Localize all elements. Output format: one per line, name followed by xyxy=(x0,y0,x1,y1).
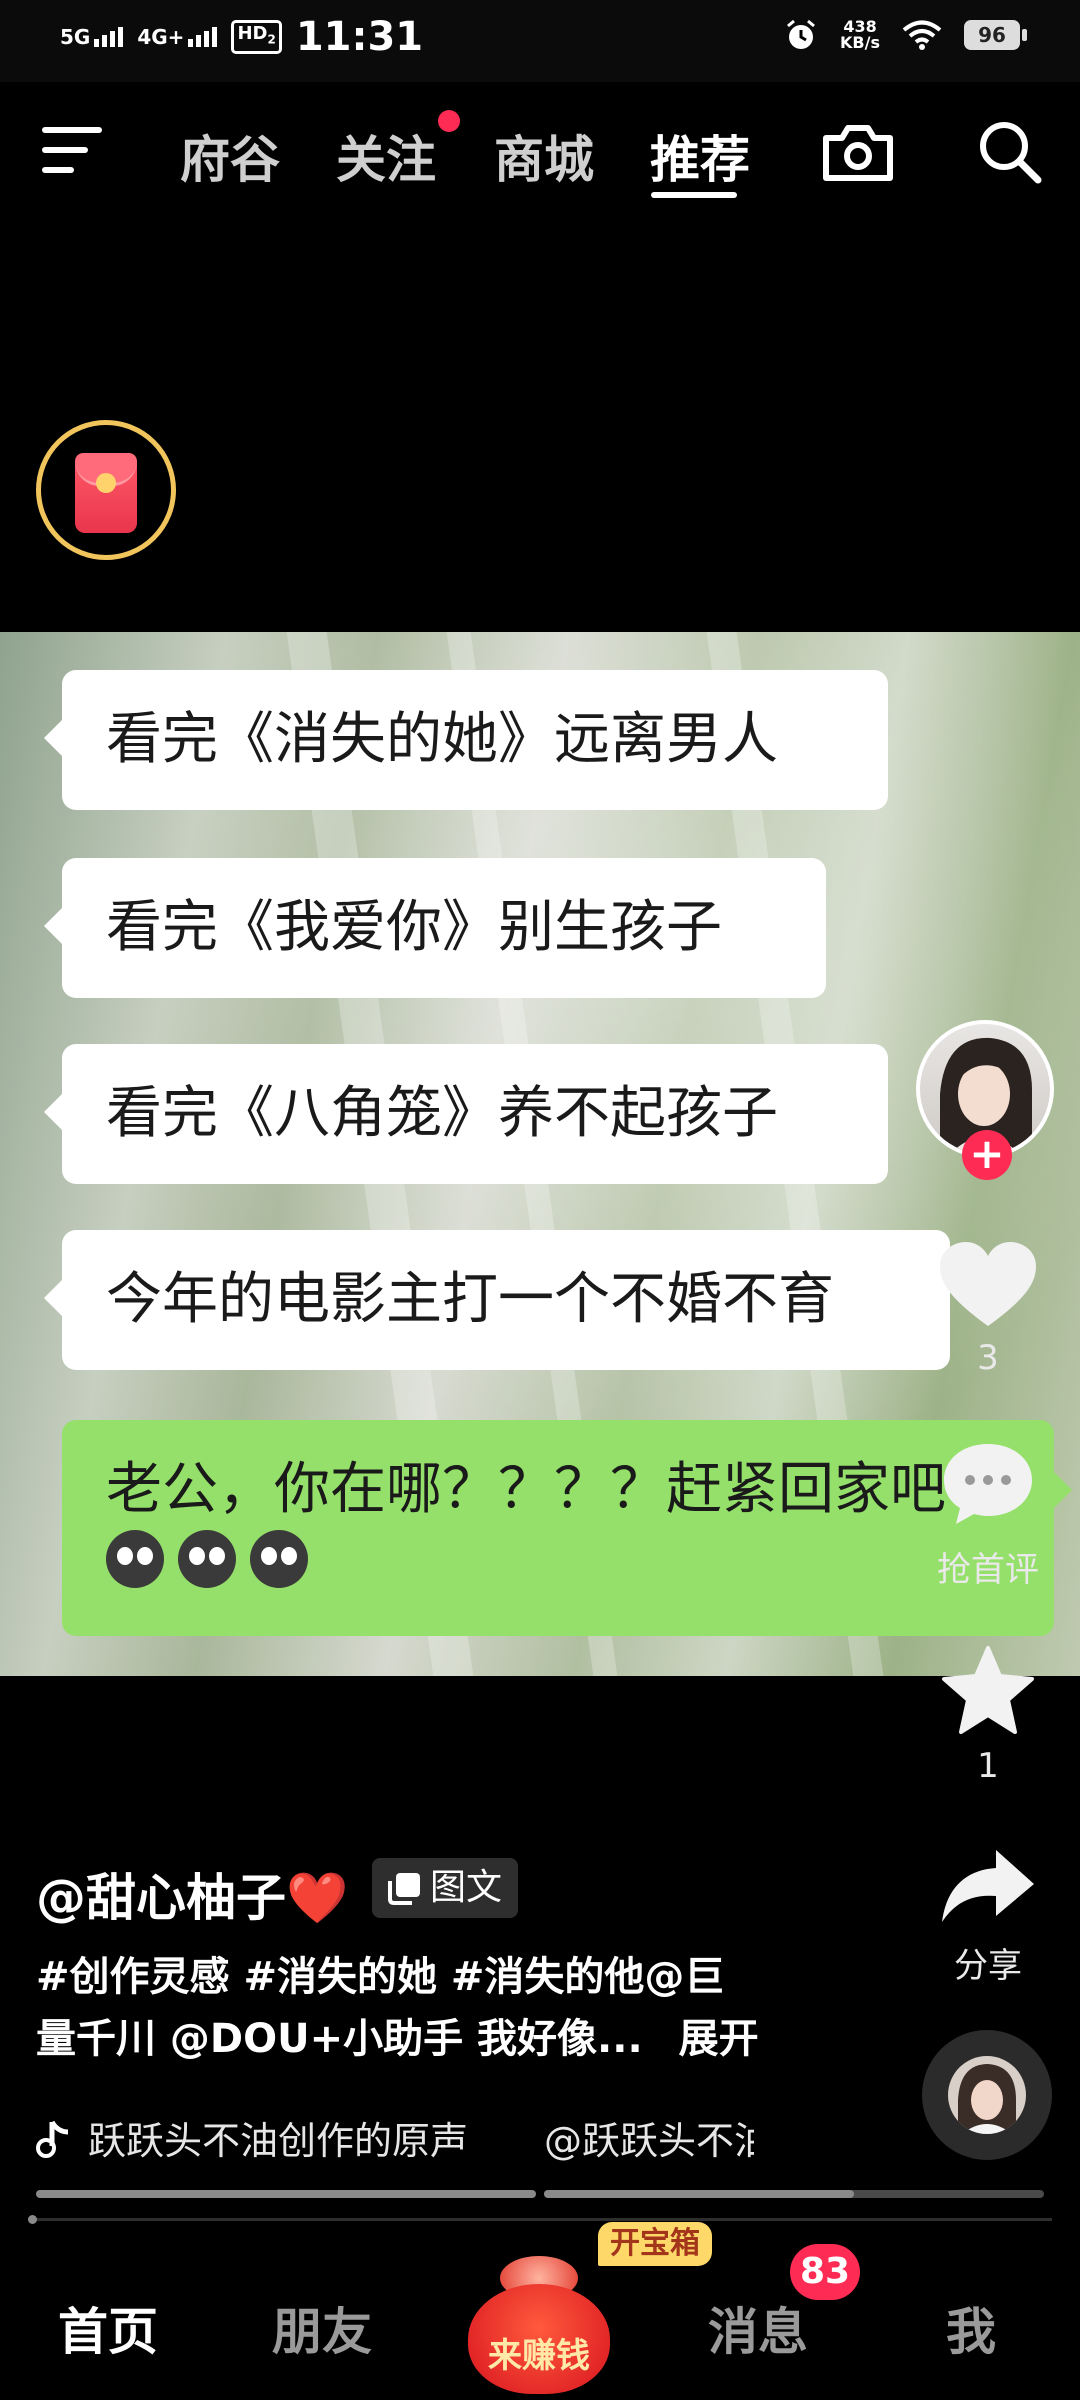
post-image[interactable]: 看完《消失的她》远离男人 看完《我爱你》别生孩子 看完《八角笼》养不起孩子 今年… xyxy=(0,632,1080,1676)
expand-link[interactable]: 展开 xyxy=(679,2016,759,2062)
battery-indicator: 96 xyxy=(964,20,1027,50)
status-bar: 5G 4G+ HD2 11:31 438 KB/s 96 xyxy=(0,0,1080,82)
share-label: 分享 xyxy=(954,1946,1022,1986)
status-left: 5G 4G+ HD2 11:31 xyxy=(60,14,423,60)
music-disc[interactable] xyxy=(922,2030,1052,2160)
search-icon[interactable] xyxy=(976,118,1042,184)
green-bubble-text: 老公，你在哪？？？？赶紧回家吧 xyxy=(106,1457,946,1522)
music-info[interactable]: 跃跃头不油创作的原声 @跃跃头不油 xyxy=(36,2110,754,2165)
earn-label: 来赚钱 xyxy=(488,2336,590,2376)
signal-4g: 4G+ xyxy=(137,25,218,49)
nav-messages[interactable]: 消息 xyxy=(708,2292,808,2364)
playback-track[interactable] xyxy=(28,2215,1052,2224)
comment-label: 抢首评 xyxy=(937,1550,1039,1590)
music-title: 跃跃头不油创作的原声 xyxy=(88,2119,469,2163)
image-progress-segment xyxy=(36,2190,536,2198)
nav-me[interactable]: 我 xyxy=(946,2292,996,2364)
wifi-icon xyxy=(902,20,942,50)
disc-portrait xyxy=(958,2064,1016,2134)
music-disc-cover xyxy=(948,2056,1026,2134)
favorite-star-icon[interactable] xyxy=(940,1644,1036,1736)
music-author: @跃跃头不油 xyxy=(544,2119,754,2163)
like-count: 3 xyxy=(977,1338,999,1378)
network-4g-label: 4G+ xyxy=(137,25,185,49)
type-badge-label: 图文 xyxy=(430,1867,503,1908)
image-progress-segment xyxy=(544,2190,1044,2198)
caption-line[interactable]: #创作灵感 #消失的她 #消失的他@巨 xyxy=(36,1944,724,2002)
caption-line[interactable]: 量千川 @DOU+小助手 我好像... 展开 xyxy=(36,2006,759,2064)
chat-bubble: 看完《消失的她》远离男人 xyxy=(44,670,888,810)
network-5g-label: 5G xyxy=(60,25,91,49)
status-right: 438 KB/s 96 xyxy=(784,17,1027,52)
chat-bubble: 今年的电影主打一个不婚不育 xyxy=(44,1230,950,1370)
crying-emoji-icon xyxy=(106,1530,164,1588)
crying-emoji-icon xyxy=(178,1530,236,1588)
caption-text: 量千川 @DOU+小助手 我好像... xyxy=(36,2016,643,2062)
favorite-count: 1 xyxy=(977,1746,999,1786)
tab-fugu[interactable]: 府谷 xyxy=(180,120,280,192)
nav-friends[interactable]: 朋友 xyxy=(272,2292,372,2364)
signal-bars-icon xyxy=(188,27,218,47)
tab-recommend[interactable]: 推荐 xyxy=(650,120,750,192)
red-envelope-icon xyxy=(75,453,137,533)
notification-dot xyxy=(438,110,460,132)
red-packet-button[interactable] xyxy=(36,420,176,560)
chat-bubble: 看完《我爱你》别生孩子 xyxy=(44,858,826,998)
top-nav: 府谷 关注 商城 推荐 xyxy=(0,82,1080,222)
follow-plus-button[interactable]: + xyxy=(962,1130,1012,1180)
clock: 11:31 xyxy=(295,14,424,60)
music-note-icon xyxy=(36,2120,69,2158)
bottom-nav: 首页 朋友 来赚钱 开宝箱 消息 83 我 xyxy=(0,2222,1080,2400)
signal-5g: 5G xyxy=(60,25,124,49)
playback-thumb[interactable] xyxy=(28,2215,37,2224)
tab-following[interactable]: 关注 xyxy=(336,120,436,192)
active-tab-indicator xyxy=(651,192,737,198)
menu-icon[interactable] xyxy=(42,127,102,177)
progress-fill xyxy=(544,2190,854,2198)
comment-icon[interactable] xyxy=(940,1440,1036,1526)
alarm-icon xyxy=(787,19,815,49)
earn-money-button[interactable]: 来赚钱 xyxy=(464,2250,614,2400)
signal-bars-icon xyxy=(94,27,124,47)
post-type-badge: 图文 xyxy=(372,1858,519,1918)
hd-indicator: HD2 xyxy=(231,20,282,54)
camera-icon[interactable] xyxy=(820,120,896,184)
heart-icon[interactable] xyxy=(938,1240,1038,1330)
messages-badge: 83 xyxy=(790,2244,860,2300)
treasure-chest-badge[interactable]: 开宝箱 xyxy=(598,2222,712,2266)
network-speed: 438 KB/s xyxy=(840,17,880,52)
crying-emoji-icon xyxy=(250,1530,308,1588)
chat-bubble-green: 老公，你在哪？？？？赶紧回家吧 xyxy=(62,1420,1072,1636)
chat-bubble: 看完《八角笼》养不起孩子 xyxy=(44,1044,888,1184)
gallery-icon xyxy=(388,1873,420,1905)
author-name[interactable]: @甜心柚子❤️ xyxy=(36,1858,348,1930)
tab-mall[interactable]: 商城 xyxy=(494,120,594,192)
nav-home[interactable]: 首页 xyxy=(58,2292,158,2364)
share-arrow-icon[interactable] xyxy=(940,1846,1036,1926)
